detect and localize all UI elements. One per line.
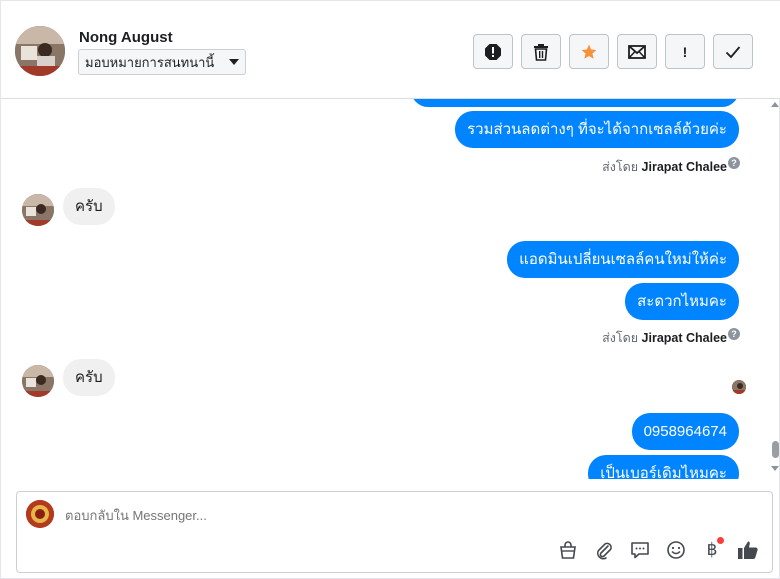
shopping-bag-icon (560, 541, 576, 559)
inbox-conversation-panel: Nong August มอบหมายการสนทนานี้ ! รวมส่วน… (0, 0, 780, 579)
like-button[interactable] (736, 538, 760, 562)
contact-avatar-small (22, 365, 54, 397)
mark-important-button[interactable]: ! (665, 34, 705, 69)
mark-done-button[interactable] (713, 34, 753, 69)
shop-button[interactable] (556, 538, 580, 562)
chevron-down-icon (229, 59, 239, 65)
notification-dot (717, 537, 724, 544)
mark-unread-button[interactable] (617, 34, 657, 69)
sent-by-label: ส่งโดย Jirapat Chalee (602, 157, 727, 177)
sent-by-prefix: ส่งโดย (602, 160, 639, 174)
assign-label: มอบหมายการสนทนานี้ (85, 54, 215, 70)
message-bubble-outgoing-partial (411, 99, 739, 107)
contact-avatar[interactable] (15, 26, 65, 76)
spam-icon (485, 43, 501, 60)
conversation-header: Nong August มอบหมายการสนทนานี้ ! (1, 1, 780, 99)
trash-icon (534, 43, 548, 61)
baht-icon: ฿ (706, 540, 718, 559)
sent-by-name: Jirapat Chalee (641, 331, 727, 345)
payment-button[interactable]: ฿ (700, 537, 724, 562)
delete-button[interactable] (521, 34, 561, 69)
smiley-icon (667, 541, 685, 559)
contact-avatar-small (22, 194, 54, 226)
message-bubble-incoming: ครับ (63, 188, 115, 225)
sent-by-label: ส่งโดย Jirapat Chalee (602, 328, 727, 348)
contact-name: Nong August (79, 29, 173, 46)
message-bubble-incoming: ครับ (63, 359, 115, 396)
star-button[interactable] (569, 34, 609, 69)
scroll-up-arrow[interactable] (771, 102, 779, 107)
message-bubble-outgoing: แอดมินเปลี่ยนเซลล์คนใหม่ให้ค่ะ (507, 241, 739, 278)
sent-by-prefix: ส่งโดย (602, 331, 639, 345)
page-avatar (26, 500, 54, 528)
message-bubble-outgoing: สะดวกไหมคะ (625, 283, 739, 320)
help-icon[interactable]: ? (728, 157, 740, 169)
reply-input[interactable] (65, 508, 665, 523)
chat-bubble-icon (631, 542, 649, 559)
seen-avatar (732, 380, 746, 394)
emoji-button[interactable] (664, 538, 688, 562)
exclamation-icon: ! (682, 43, 688, 60)
star-icon (581, 44, 597, 59)
paperclip-icon (597, 542, 612, 560)
message-thread[interactable]: รวมส่วนลดต่างๆ ที่จะได้จากเซลล์ด้วยค่ะ ส… (1, 99, 769, 479)
assign-conversation-dropdown[interactable]: มอบหมายการสนทนานี้ (78, 49, 246, 75)
attach-button[interactable] (592, 538, 616, 562)
message-bubble-outgoing: เป็นเบอร์เดิมไหมคะ (588, 455, 739, 479)
mark-spam-button[interactable] (473, 34, 513, 69)
composer-tools: ฿ (556, 537, 760, 562)
scroll-down-arrow[interactable] (771, 466, 779, 471)
sent-by-name: Jirapat Chalee (641, 160, 727, 174)
checkmark-icon (725, 45, 741, 58)
scrollbar-thumb[interactable] (772, 441, 779, 458)
help-icon[interactable]: ? (728, 328, 740, 340)
message-bubble-outgoing: รวมส่วนลดต่างๆ ที่จะได้จากเซลล์ด้วยค่ะ (455, 111, 739, 148)
thumbs-up-icon (738, 541, 758, 559)
envelope-icon (628, 44, 646, 59)
message-bubble-outgoing: 0958964674 (631, 413, 739, 450)
conversation-actions: ! (473, 34, 753, 69)
saved-replies-button[interactable] (628, 538, 652, 562)
reply-composer: ฿ (16, 491, 773, 573)
